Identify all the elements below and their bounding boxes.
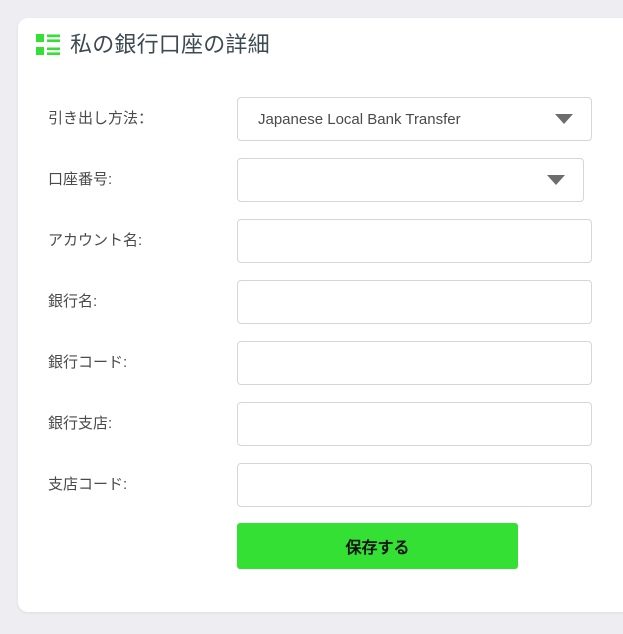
chevron-down-icon (547, 175, 565, 185)
list-grid-icon (36, 34, 60, 56)
label-bank-branch: 銀行支店: (48, 415, 113, 432)
form-row-withdrawal-method: 引き出し方法： Japanese Local Bank Transfer (18, 88, 623, 149)
form-row-bank-name: 銀行名: (18, 271, 623, 332)
form-row-bank-branch: 銀行支店: (18, 393, 623, 454)
label-branch-code: 支店コード: (48, 476, 128, 493)
label-bank-name: 銀行名: (48, 293, 98, 310)
form-row-bank-code: 銀行コード: (18, 332, 623, 393)
form-row-account-number: 口座番号: (18, 149, 623, 210)
form-row-account-name: アカウント名: (18, 210, 623, 271)
label-account-number: 口座番号: (48, 171, 113, 188)
page-background: 私の銀行口座の詳細 引き出し方法： Japanese Local Bank Tr… (0, 0, 623, 634)
bank-account-details-card: 私の銀行口座の詳細 引き出し方法： Japanese Local Bank Tr… (18, 18, 623, 612)
label-withdrawal-method: 引き出し方法： (48, 110, 154, 127)
account-number-select[interactable] (237, 158, 584, 202)
bank-account-form: 引き出し方法： Japanese Local Bank Transfer 口座番… (18, 88, 623, 575)
bank-branch-input[interactable] (237, 402, 592, 446)
chevron-down-icon (555, 114, 573, 124)
form-row-submit: 保存する (18, 515, 623, 575)
form-row-branch-code: 支店コード: (18, 454, 623, 515)
withdrawal-method-select[interactable]: Japanese Local Bank Transfer (237, 97, 592, 141)
bank-name-input[interactable] (237, 280, 592, 324)
label-account-name: アカウント名: (48, 232, 143, 249)
save-button[interactable]: 保存する (237, 523, 518, 569)
withdrawal-method-value: Japanese Local Bank Transfer (258, 110, 461, 128)
branch-code-input[interactable] (237, 463, 592, 507)
page-title: 私の銀行口座の詳細 (70, 32, 270, 57)
label-bank-code: 銀行コード: (48, 354, 128, 371)
account-name-input[interactable] (237, 219, 592, 263)
bank-code-input[interactable] (237, 341, 592, 385)
card-header: 私の銀行口座の詳細 (36, 32, 270, 58)
